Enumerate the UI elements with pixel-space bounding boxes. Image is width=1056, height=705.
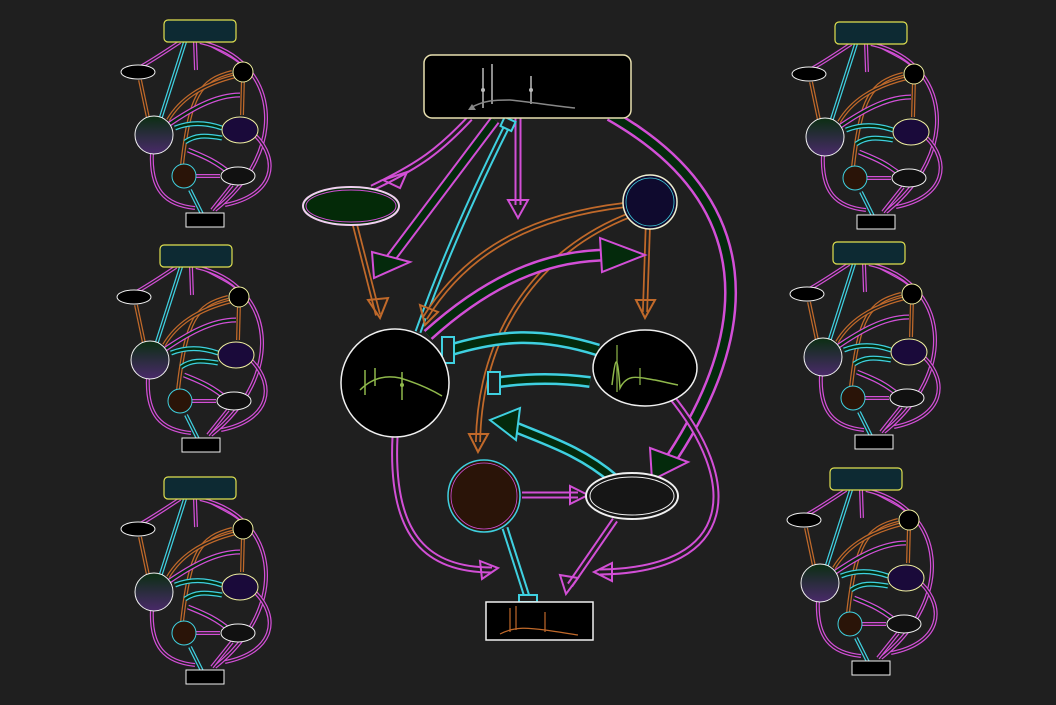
mini-diagram-bottom-left: [121, 477, 270, 684]
network-diagram-canvas: [0, 0, 1056, 705]
pink-ellipse: [302, 186, 400, 226]
bottom-plot-box: [485, 601, 594, 641]
top-plot-box: [423, 54, 632, 119]
mini-diagram-bottom-right: [787, 468, 936, 675]
mini-diagram-top-left: [121, 20, 270, 227]
mini-diagram-top-right: [792, 22, 941, 229]
left-plot-circle: [340, 328, 450, 438]
mini-diagram-mid-left: [117, 245, 266, 452]
brown-circle: [447, 459, 521, 533]
edge-top-to-gray: [606, 109, 737, 472]
gray-ellipse: [585, 472, 679, 520]
mini-diagram-mid-right: [790, 242, 939, 449]
main-network-diagram: [302, 54, 737, 641]
navy-circle: [622, 174, 678, 230]
right-plot-circle: [592, 329, 698, 407]
edge-left-to-navy: [423, 248, 611, 340]
